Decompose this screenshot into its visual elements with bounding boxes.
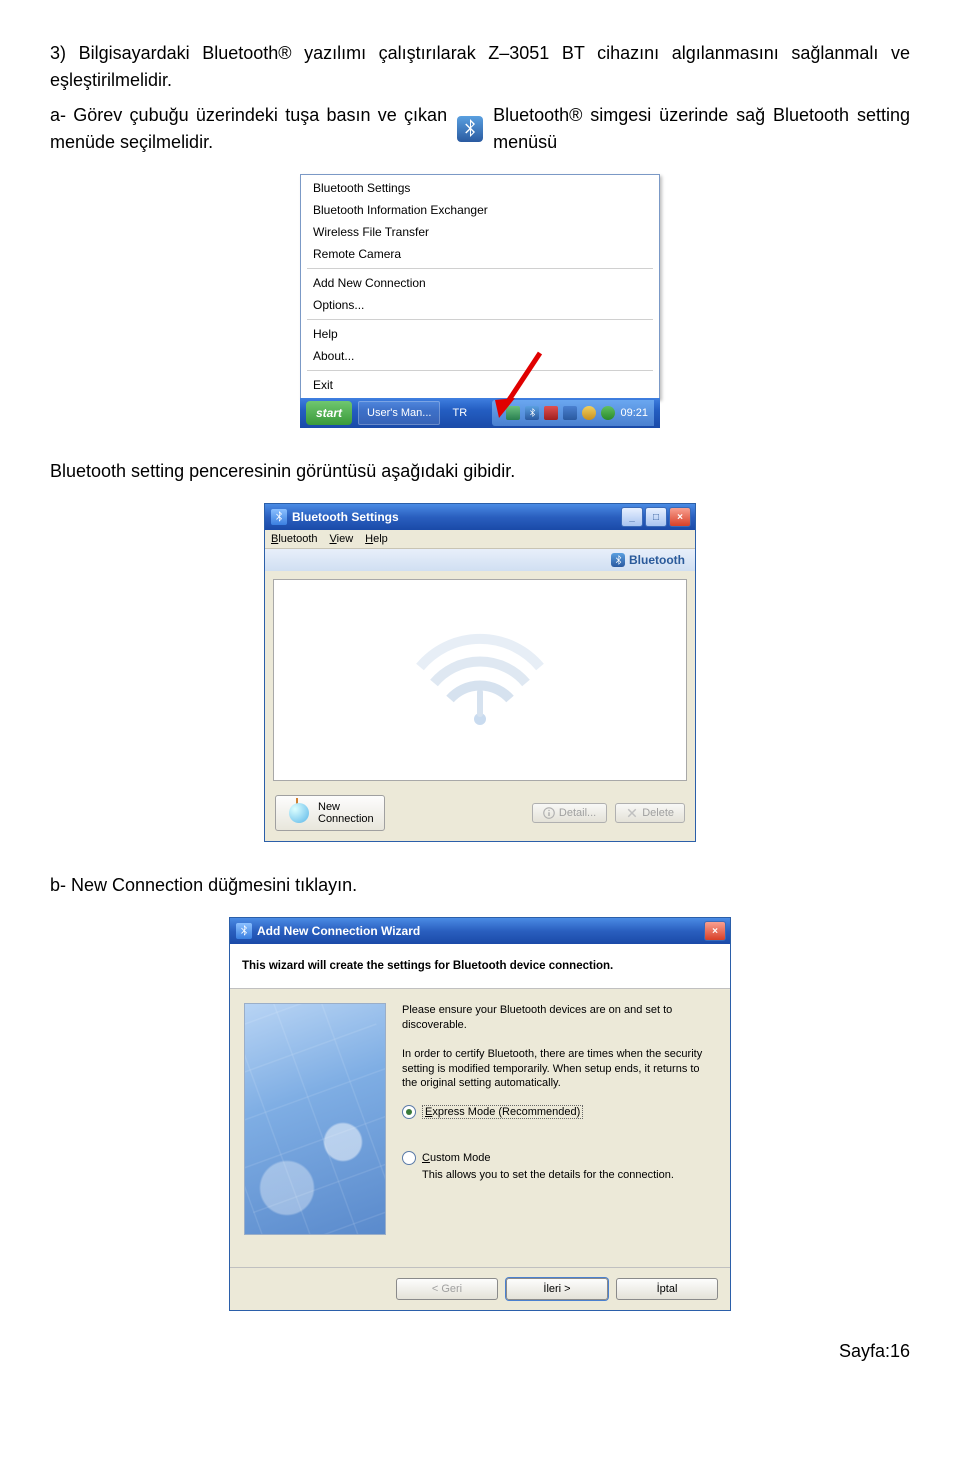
paragraph-1: 3) Bilgisayardaki Bluetooth® yazılımı ça… bbox=[50, 40, 910, 94]
cancel-button[interactable]: İptal bbox=[616, 1278, 718, 1300]
paragraph-4: b- New Connection düğmesini tıklayın. bbox=[50, 872, 910, 899]
network-tray-icon[interactable] bbox=[563, 406, 577, 420]
menu-bluetooth[interactable]: Bluetooth bbox=[271, 533, 318, 545]
menu-item-remote-camera[interactable]: Remote Camera bbox=[303, 243, 657, 265]
start-button[interactable]: start bbox=[306, 401, 352, 425]
new-connection-label-2: Connection bbox=[318, 813, 374, 825]
wizard-instruction-2: In order to certify Bluetooth, there are… bbox=[402, 1047, 716, 1092]
titlebar: Add New Connection Wizard × bbox=[230, 918, 730, 944]
context-menu: Bluetooth Settings Bluetooth Information… bbox=[300, 174, 660, 399]
paragraph-3: Bluetooth setting penceresinin görüntüsü… bbox=[50, 458, 910, 485]
bluetooth-icon bbox=[457, 116, 483, 142]
new-connection-icon bbox=[286, 800, 312, 826]
red-arrow-annotation bbox=[495, 348, 555, 418]
device-list-area bbox=[273, 579, 687, 781]
window-title: Bluetooth Settings bbox=[292, 510, 399, 524]
paragraph-2: a- Görev çubuğu üzerindeki tuşa basın ve… bbox=[50, 102, 910, 156]
menu-item-add-new-connection[interactable]: Add New Connection bbox=[303, 272, 657, 294]
window-title: Add New Connection Wizard bbox=[257, 924, 420, 938]
paragraph-2a: a- Görev çubuğu üzerindeki tuşa basın ve… bbox=[50, 102, 447, 156]
menu-item-exit[interactable]: Exit bbox=[303, 374, 657, 396]
new-connection-label-1: New bbox=[318, 801, 374, 813]
wizard-body: Please ensure your Bluetooth devices are… bbox=[230, 989, 730, 1267]
radio-unselected-icon bbox=[402, 1151, 416, 1165]
titlebar: Bluetooth Settings _ □ × bbox=[265, 504, 695, 530]
add-new-connection-wizard: Add New Connection Wizard × This wizard … bbox=[229, 917, 731, 1311]
minimize-button[interactable]: _ bbox=[621, 507, 643, 527]
custom-hotkey: C bbox=[422, 1152, 430, 1164]
paragraph-2b: Bluetooth® simgesi üzerinde sağ Bluetoot… bbox=[493, 102, 910, 156]
radio-custom-mode[interactable]: Custom Mode bbox=[402, 1151, 716, 1165]
close-button[interactable]: × bbox=[704, 921, 726, 941]
bluetooth-app-icon bbox=[271, 509, 287, 525]
menu-separator bbox=[307, 370, 653, 371]
delete-label: Delete bbox=[642, 807, 674, 819]
menu-separator bbox=[307, 319, 653, 320]
menu-item-help[interactable]: Help bbox=[303, 323, 657, 345]
radio-express-mode[interactable]: Express Mode (Recommended) bbox=[402, 1105, 716, 1119]
menu-item-bt-settings[interactable]: Bluetooth Settings bbox=[303, 177, 657, 199]
screenshot-context-menu: Bluetooth Settings Bluetooth Information… bbox=[300, 174, 660, 428]
wizard-header: This wizard will create the settings for… bbox=[230, 944, 730, 989]
brand-label: Bluetooth bbox=[629, 553, 685, 567]
menu-view[interactable]: View bbox=[330, 533, 354, 545]
taskbar-lang[interactable]: TR bbox=[452, 407, 467, 419]
menu-item-wireless-file-transfer[interactable]: Wireless File Transfer bbox=[303, 221, 657, 243]
bluetooth-icon bbox=[611, 553, 625, 567]
menu-help[interactable]: Help bbox=[365, 533, 388, 545]
info-icon bbox=[543, 807, 555, 819]
wireless-icon bbox=[400, 619, 560, 742]
tray-icon[interactable] bbox=[582, 406, 596, 420]
menu-separator bbox=[307, 268, 653, 269]
detail-button[interactable]: Detail... bbox=[532, 803, 607, 823]
radio-selected-icon bbox=[402, 1105, 416, 1119]
menubar: Bluetooth View Help bbox=[265, 530, 695, 549]
page-number: Sayfa:16 bbox=[50, 1341, 910, 1362]
maximize-button[interactable]: □ bbox=[645, 507, 667, 527]
wizard-instruction-1: Please ensure your Bluetooth devices are… bbox=[402, 1003, 716, 1033]
detail-label: Detail... bbox=[559, 807, 596, 819]
window-toolbar: New Connection Detail... Delete bbox=[265, 789, 695, 841]
wizard-illustration bbox=[244, 1003, 386, 1235]
new-connection-button[interactable]: New Connection bbox=[275, 795, 385, 831]
bluetooth-app-icon bbox=[236, 923, 252, 939]
menu-item-options[interactable]: Options... bbox=[303, 294, 657, 316]
taskbar-clock: 09:21 bbox=[620, 407, 648, 419]
taskbar-task[interactable]: User's Man... bbox=[358, 401, 440, 425]
custom-mode-description: This allows you to set the details for t… bbox=[422, 1169, 716, 1181]
menu-item-about[interactable]: About... bbox=[303, 345, 657, 367]
delete-button[interactable]: Delete bbox=[615, 803, 685, 823]
express-hotkey: E bbox=[425, 1106, 432, 1118]
next-button[interactable]: İleri > bbox=[506, 1278, 608, 1300]
back-button[interactable]: < Geri bbox=[396, 1278, 498, 1300]
delete-icon bbox=[626, 807, 638, 819]
close-button[interactable]: × bbox=[669, 507, 691, 527]
bluetooth-settings-window: Bluetooth Settings _ □ × Bluetooth View … bbox=[264, 503, 696, 842]
user-tray-icon[interactable] bbox=[601, 406, 615, 420]
menu-item-bt-info-exchanger[interactable]: Bluetooth Information Exchanger bbox=[303, 199, 657, 221]
taskbar: start User's Man... TR ‹ 09:21 bbox=[300, 398, 660, 428]
wizard-footer: < Geri İleri > İptal bbox=[230, 1267, 730, 1310]
brand-bar: Bluetooth bbox=[265, 549, 695, 571]
